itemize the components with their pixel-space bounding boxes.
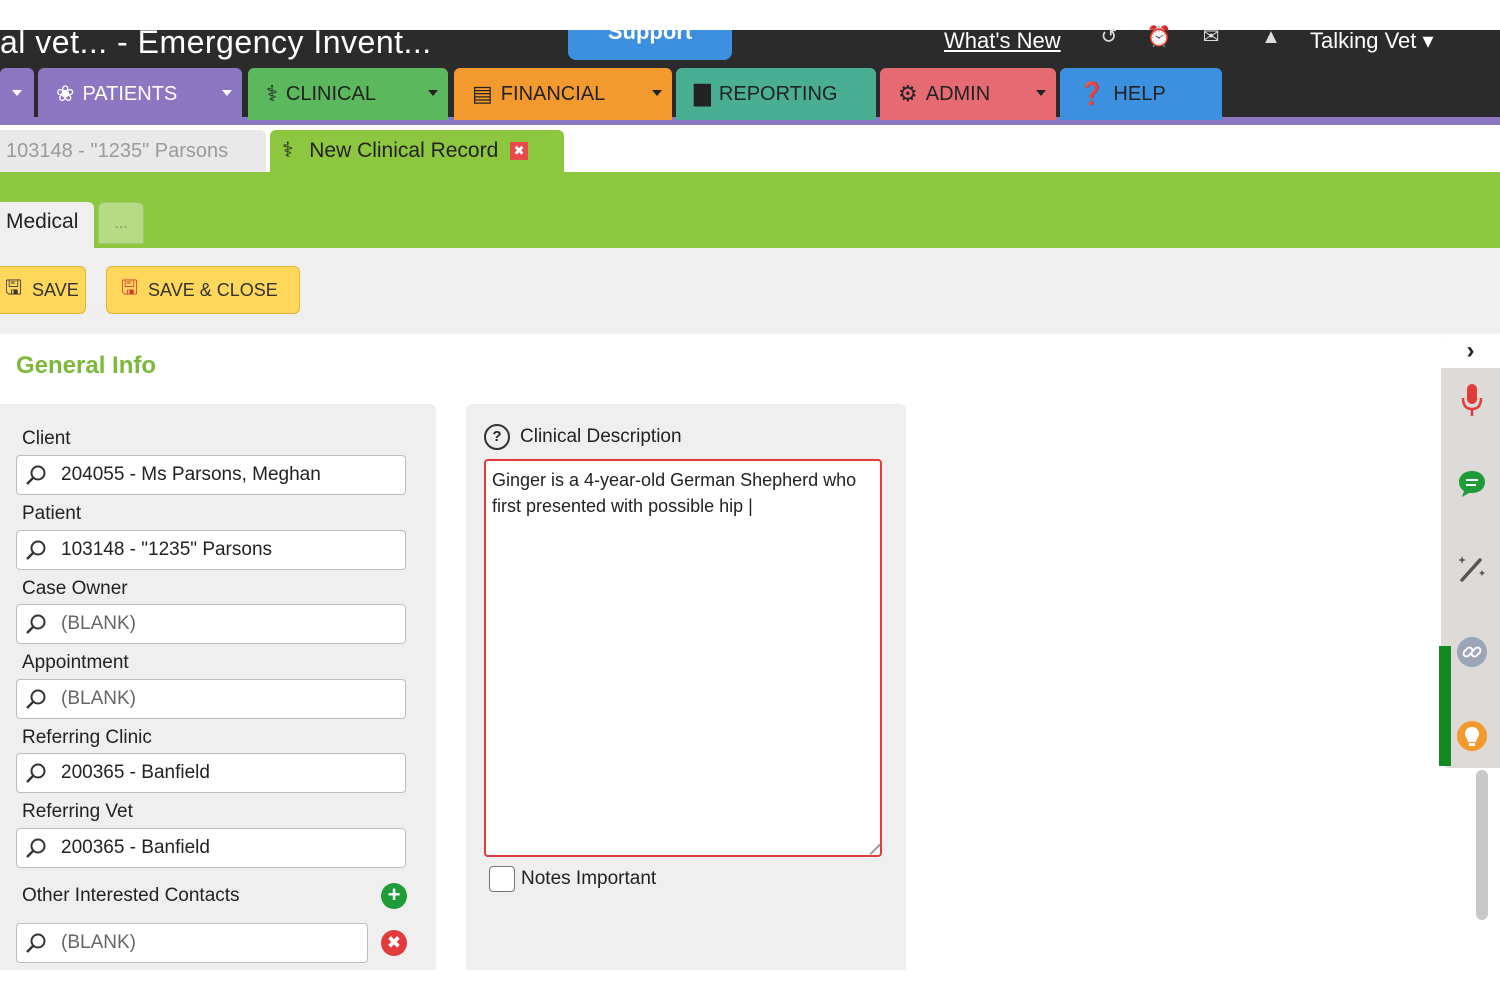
record-header-band: [0, 172, 1500, 248]
clinical-description-label: Clinical Description: [520, 426, 682, 447]
add-contact-button[interactable]: +: [381, 883, 407, 909]
section-title-general-info: General Info: [16, 352, 157, 379]
search-icon: [26, 689, 46, 709]
referring-clinic-label: Referring Clinic: [22, 727, 152, 748]
referring-vet-value: 200365 - Banfield: [61, 837, 210, 858]
chevron-down-icon: [428, 90, 438, 96]
nav-tab-help[interactable]: ❓ HELP: [1060, 68, 1222, 120]
user-icon[interactable]: ▲: [1258, 27, 1284, 56]
save-close-icon: 🖫: [121, 277, 139, 299]
case-owner-value: (BLANK): [61, 613, 136, 634]
user-menu[interactable]: Talking Vet ▾: [1310, 28, 1434, 54]
nav-tab-label: CLINICAL: [285, 82, 376, 105]
search-icon: [26, 540, 46, 560]
tab-new-clinical-record[interactable]: ⚕ New Clinical Record ✖: [270, 130, 564, 172]
client-label: Client: [22, 428, 71, 449]
tab-label: ...: [114, 215, 128, 232]
chat-icon[interactable]: [1456, 468, 1488, 500]
caduceus-icon: ⚕: [266, 81, 278, 106]
nav-tab-label: FINANCIAL: [500, 82, 606, 105]
other-contacts-label: Other Interested Contacts: [22, 885, 240, 906]
link-icon[interactable]: [1456, 636, 1488, 668]
appointment-label: Appointment: [22, 652, 129, 673]
other-contacts-field[interactable]: (BLANK): [16, 923, 368, 963]
chevron-down-icon: [222, 90, 232, 96]
save-label: SAVE: [32, 279, 79, 300]
notes-important-label: Notes Important: [521, 868, 657, 889]
nav-tab-reporting[interactable]: ▇ REPORTING: [676, 68, 876, 120]
nav-tab-label: ADMIN: [925, 82, 991, 105]
alarm-icon[interactable]: ⏰: [1146, 27, 1172, 56]
record-toolbar: 🖫 SAVE 🖫 SAVE & CLOSE: [0, 248, 1500, 334]
chevron-right-icon[interactable]: ›: [1441, 338, 1500, 368]
patient-label: Patient: [22, 503, 82, 524]
side-panel-indicator: [1439, 646, 1451, 766]
search-icon: [26, 933, 46, 953]
appointment-field[interactable]: (BLANK): [16, 679, 406, 719]
chart-icon: ▇: [694, 81, 711, 106]
tab-label: 103148 - "1235" Parsons: [6, 140, 229, 162]
clinical-description-heading: ? Clinical Description: [484, 424, 682, 450]
user-name-label: Talking Vet: [1310, 28, 1417, 53]
close-icon[interactable]: ✖: [510, 142, 529, 161]
tab-patient-record[interactable]: 103148 - "1235" Parsons: [0, 130, 266, 172]
search-icon: [26, 614, 46, 634]
referring-vet-label: Referring Vet: [22, 801, 133, 822]
case-owner-label: Case Owner: [22, 578, 128, 599]
top-bar: al vet... - Emergency Invent... Support …: [0, 24, 1500, 72]
nav-tab-prev[interactable]: [0, 68, 34, 120]
nav-tab-label: REPORTING: [718, 82, 838, 105]
client-field[interactable]: 204055 - Ms Parsons, Meghan: [16, 455, 406, 495]
client-value: 204055 - Ms Parsons, Meghan: [61, 464, 321, 485]
support-button[interactable]: Support: [568, 30, 732, 60]
notes-important-checkbox[interactable]: [489, 866, 515, 892]
referring-clinic-value: 200365 - Banfield: [61, 762, 210, 783]
search-icon: [26, 763, 46, 783]
help-icon[interactable]: ?: [484, 424, 510, 450]
gear-icon: ⚙: [898, 81, 918, 106]
whats-new-link[interactable]: What's New: [944, 28, 1061, 54]
tab-label: Medical: [6, 210, 79, 233]
nav-tab-label: PATIENTS: [82, 82, 178, 105]
history-icon[interactable]: ↺: [1096, 27, 1122, 56]
tab-label: New Clinical Record: [309, 139, 499, 162]
remove-contact-button[interactable]: ✖: [381, 930, 407, 956]
page-scrollbar[interactable]: [1476, 770, 1488, 920]
microphone-icon[interactable]: [1456, 382, 1488, 416]
case-owner-field[interactable]: (BLANK): [16, 604, 406, 644]
question-icon: ❓: [1078, 81, 1106, 106]
nav-tab-admin[interactable]: ⚙ ADMIN: [880, 68, 1056, 120]
appointment-value: (BLANK): [61, 688, 136, 709]
patient-field[interactable]: 103148 - "1235" Parsons: [16, 530, 406, 570]
nav-tab-label: HELP: [1113, 82, 1166, 105]
save-close-button[interactable]: 🖫 SAVE & CLOSE: [106, 266, 300, 314]
nav-tab-clinical[interactable]: ⚕ CLINICAL: [248, 68, 448, 120]
clinical-description-textarea[interactable]: Ginger is a 4-year-old German Shepherd w…: [484, 459, 882, 857]
save-close-label: SAVE & CLOSE: [148, 279, 278, 300]
lightbulb-icon[interactable]: [1456, 720, 1488, 752]
nav-tab-financial[interactable]: ▤ FINANCIAL: [454, 68, 672, 120]
document-tabs: 103148 - "1235" Parsons ⚕ New Clinical R…: [0, 126, 1500, 172]
paw-icon: ❀: [56, 81, 75, 106]
save-icon: 🖫: [5, 277, 23, 299]
search-icon: [26, 838, 46, 858]
nav-tab-patients[interactable]: ❀ PATIENTS: [38, 68, 242, 120]
magic-wand-icon[interactable]: [1456, 552, 1488, 584]
patient-value: 103148 - "1235" Parsons: [61, 539, 273, 560]
chevron-down-icon: [652, 90, 662, 96]
referring-clinic-field[interactable]: 200365 - Banfield: [16, 753, 406, 793]
tab-more[interactable]: ...: [98, 202, 144, 244]
stethoscope-icon: ⚕: [282, 139, 294, 162]
referring-vet-field[interactable]: 200365 - Banfield: [16, 828, 406, 868]
mail-icon[interactable]: ✉: [1198, 27, 1224, 56]
save-button[interactable]: 🖫 SAVE: [0, 266, 86, 314]
tab-medical[interactable]: Medical: [0, 202, 94, 248]
app-title: al vet... - Emergency Invent...: [0, 24, 432, 60]
chevron-down-icon: [1036, 90, 1046, 96]
other-contacts-value: (BLANK): [61, 932, 136, 953]
search-icon: [26, 465, 46, 485]
money-icon: ▤: [472, 81, 493, 106]
